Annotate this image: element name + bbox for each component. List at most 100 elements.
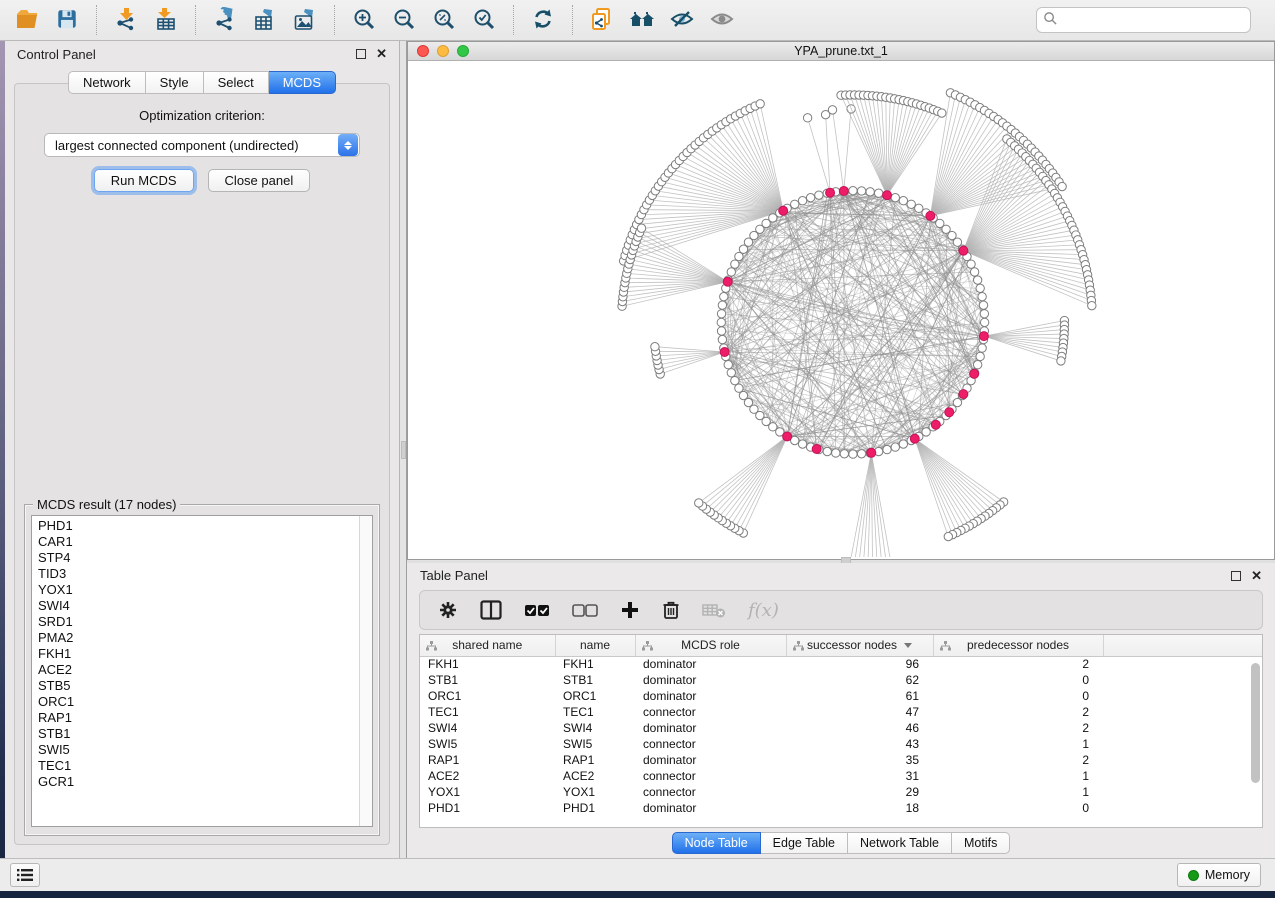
cell-name[interactable]: ORC1 [555, 688, 635, 704]
graph-dominator-node[interactable] [945, 408, 954, 417]
cell-predecessor_nodes[interactable]: 2 [933, 720, 1103, 736]
mcds-result-item[interactable]: SRD1 [38, 614, 353, 630]
column-header-MCDS-role[interactable]: MCDS role [635, 635, 786, 656]
mcds-result-item[interactable]: SWI5 [38, 742, 353, 758]
cell-successor_nodes[interactable]: 35 [786, 752, 933, 768]
close-panel-icon[interactable]: ✕ [1251, 571, 1262, 581]
mcds-result-item[interactable]: PHD1 [38, 518, 353, 534]
graph-dominator-node[interactable] [931, 420, 940, 429]
float-panel-icon[interactable] [356, 49, 366, 59]
tab-node-table[interactable]: Node Table [672, 832, 761, 854]
graph-node[interactable] [815, 191, 823, 199]
graph-dominator-node[interactable] [867, 448, 876, 457]
float-panel-icon[interactable] [1231, 571, 1241, 581]
network-graph[interactable] [408, 61, 1274, 557]
mcds-result-item[interactable]: PMA2 [38, 630, 353, 646]
first-neighbors-button[interactable] [625, 4, 659, 36]
mcds-result-item[interactable]: STB5 [38, 678, 353, 694]
graph-node[interactable] [976, 352, 984, 360]
tab-network-table[interactable]: Network Table [848, 832, 952, 854]
cell-shared_name[interactable]: ORC1 [420, 688, 555, 704]
graph-dominator-node[interactable] [979, 332, 988, 341]
mcds-result-item[interactable]: GCR1 [38, 774, 353, 790]
cell-mcds_role[interactable]: connector [635, 704, 786, 720]
cell-name[interactable]: FKH1 [555, 656, 635, 672]
cell-successor_nodes[interactable]: 47 [786, 704, 933, 720]
export-image-button[interactable] [288, 4, 322, 36]
table-row[interactable]: STB1STB1dominator620 [420, 672, 1262, 688]
mcds-result-list[interactable]: PHD1CAR1STP4TID3YOX1SWI4SRD1PMA2FKH1ACE2… [31, 515, 373, 827]
graph-node[interactable] [806, 193, 814, 201]
table-scrollbar-thumb[interactable] [1251, 663, 1260, 783]
cell-name[interactable]: PHD1 [555, 800, 635, 816]
cell-name[interactable]: YOX1 [555, 784, 635, 800]
cell-shared_name[interactable]: RAP1 [420, 752, 555, 768]
run-mcds-button[interactable]: Run MCDS [94, 169, 194, 192]
graph-node[interactable] [899, 197, 907, 205]
cell-successor_nodes[interactable]: 96 [786, 656, 933, 672]
graph-node[interactable] [849, 187, 857, 195]
zoom-in-button[interactable] [347, 4, 381, 36]
graph-node[interactable] [1058, 182, 1066, 190]
graph-node[interactable] [695, 499, 703, 507]
export-table-button[interactable] [248, 4, 282, 36]
cell-predecessor_nodes[interactable]: 0 [933, 672, 1103, 688]
table-row[interactable]: ACE2ACE2connector311 [420, 768, 1262, 784]
tab-motifs[interactable]: Motifs [952, 832, 1010, 854]
graph-dominator-node[interactable] [723, 277, 732, 286]
cell-predecessor_nodes[interactable]: 1 [933, 768, 1103, 784]
graph-node[interactable] [849, 450, 857, 458]
cell-name[interactable]: STB1 [555, 672, 635, 688]
cell-name[interactable]: ACE2 [555, 768, 635, 784]
tab-select[interactable]: Select [204, 71, 269, 94]
graph-dominator-node[interactable] [926, 211, 935, 220]
graph-node[interactable] [967, 260, 975, 268]
mcds-result-item[interactable]: FKH1 [38, 646, 353, 662]
optimization-criterion-select[interactable]: largest connected component (undirected) [44, 133, 360, 157]
mcds-result-item[interactable]: TID3 [38, 566, 353, 582]
graph-node[interactable] [724, 361, 732, 369]
refresh-view-button[interactable] [526, 4, 560, 36]
network-window-titlebar[interactable]: YPA_prune.txt_1 [408, 42, 1274, 61]
cell-mcds_role[interactable]: connector [635, 736, 786, 752]
graph-node[interactable] [866, 188, 874, 196]
graph-node[interactable] [731, 376, 739, 384]
graph-dominator-node[interactable] [883, 191, 892, 200]
graph-node[interactable] [637, 224, 645, 232]
cell-mcds_role[interactable]: dominator [635, 800, 786, 816]
graph-node[interactable] [718, 301, 726, 309]
graph-node[interactable] [798, 440, 806, 448]
graph-node[interactable] [828, 106, 836, 114]
save-session-button[interactable] [50, 4, 84, 36]
graph-node[interactable] [803, 114, 811, 122]
cell-shared_name[interactable]: PHD1 [420, 800, 555, 816]
graph-dominator-node[interactable] [783, 432, 792, 441]
cell-name[interactable]: RAP1 [555, 752, 635, 768]
table-row[interactable]: RAP1RAP1dominator352 [420, 752, 1262, 768]
graph-node[interactable] [857, 187, 865, 195]
table-row[interactable]: ORC1ORC1dominator610 [420, 688, 1262, 704]
zoom-fit-button[interactable] [427, 4, 461, 36]
cell-name[interactable]: SWI4 [555, 720, 635, 736]
graph-node[interactable] [973, 361, 981, 369]
graph-dominator-node[interactable] [959, 390, 968, 399]
cell-predecessor_nodes[interactable]: 2 [933, 704, 1103, 720]
graph-node[interactable] [907, 200, 915, 208]
cell-successor_nodes[interactable]: 62 [786, 672, 933, 688]
mcds-result-item[interactable]: STP4 [38, 550, 353, 566]
graph-node[interactable] [1088, 301, 1096, 309]
cell-predecessor_nodes[interactable]: 1 [933, 784, 1103, 800]
cell-predecessor_nodes[interactable]: 0 [933, 800, 1103, 816]
cell-successor_nodes[interactable]: 18 [786, 800, 933, 816]
table-row[interactable]: YOX1YOX1connector291 [420, 784, 1262, 800]
cell-name[interactable]: SWI5 [555, 736, 635, 752]
graph-node[interactable] [718, 335, 726, 343]
network-canvas[interactable] [408, 61, 1274, 559]
mcds-result-item[interactable]: CAR1 [38, 534, 353, 550]
graph-dominator-node[interactable] [826, 188, 835, 197]
graph-node[interactable] [978, 344, 986, 352]
cell-shared_name[interactable]: SWI4 [420, 720, 555, 736]
cell-shared_name[interactable]: STB1 [420, 672, 555, 688]
graph-node[interactable] [874, 189, 882, 197]
graph-node[interactable] [720, 293, 728, 301]
